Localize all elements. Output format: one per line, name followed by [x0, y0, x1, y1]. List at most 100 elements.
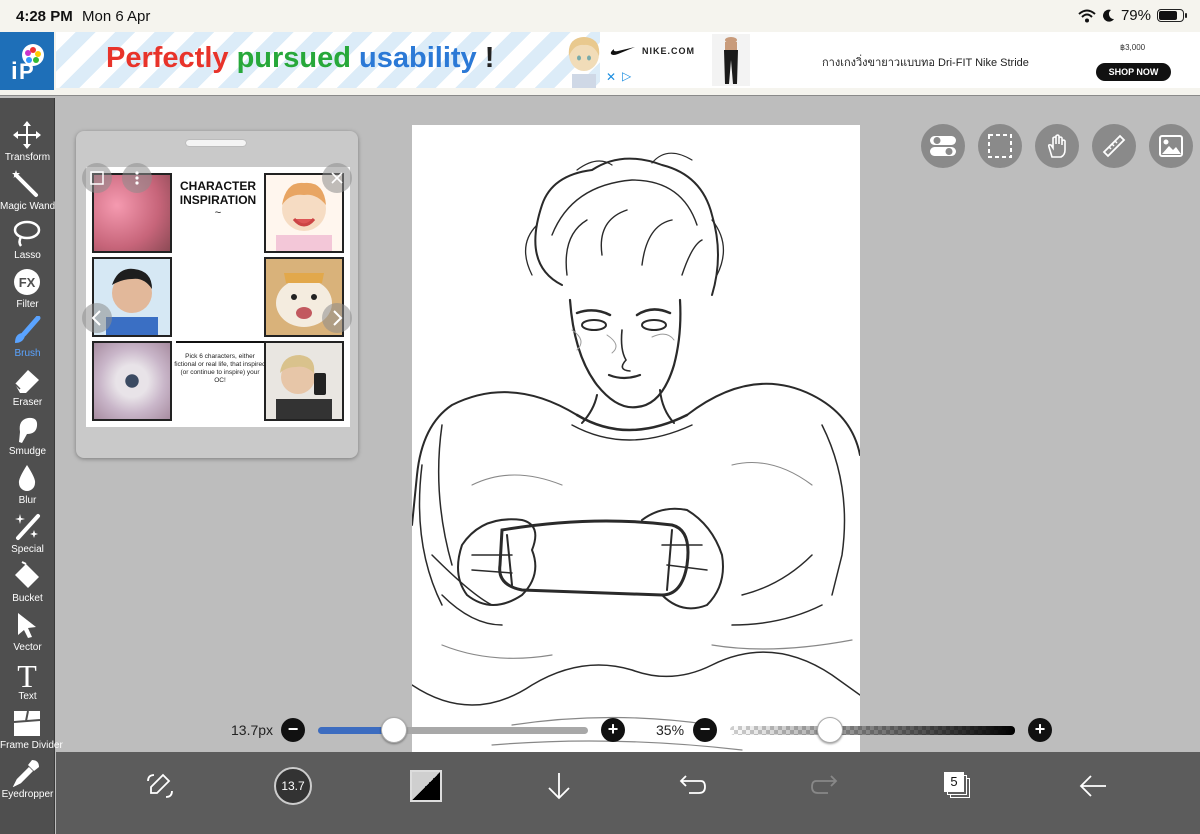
- sketch-artwork: [412, 152, 860, 751]
- tool-text[interactable]: T Text: [0, 657, 55, 705]
- status-date: Mon 6 Apr: [82, 8, 151, 25]
- reference-prev-button[interactable]: [82, 303, 112, 333]
- opacity-slider[interactable]: [730, 717, 1015, 743]
- adchoices-icon[interactable]: ▷: [622, 69, 631, 83]
- reference-fit-button[interactable]: [82, 163, 112, 193]
- tool-frame-divider[interactable]: Frame Divider: [0, 706, 63, 754]
- tool-brush[interactable]: Brush: [0, 314, 55, 362]
- tool-lasso[interactable]: Lasso: [0, 216, 55, 264]
- back-button[interactable]: [1071, 764, 1115, 808]
- nike-brand: NIKE.COM: [610, 46, 695, 56]
- reference-photo: [92, 341, 172, 421]
- tool-label: Smudge: [8, 446, 47, 457]
- vector-icon: [18, 613, 36, 638]
- tool-smudge[interactable]: Smudge: [0, 412, 55, 460]
- tool-label: Frame Divider: [0, 740, 63, 751]
- tool-label: Special: [11, 544, 44, 555]
- blur-icon: [18, 465, 36, 491]
- filter-icon: FX: [14, 269, 40, 295]
- tool-bucket[interactable]: Bucket: [0, 559, 55, 607]
- drawing-canvas[interactable]: [412, 125, 860, 752]
- ruler-button[interactable]: [1092, 124, 1136, 168]
- toggle-settings-button[interactable]: [921, 124, 965, 168]
- nike-ad[interactable]: NIKE.COM ✕ ▷ กางเกงวิ่งขายาวแบบทอ Dri-FI…: [600, 32, 1200, 88]
- tool-special[interactable]: Special: [0, 510, 55, 558]
- brush-size-slider[interactable]: [318, 717, 588, 743]
- status-time: 4:28 PM: [16, 8, 73, 25]
- reference-window[interactable]: CHARACTER INSPIRATION ~ Pick 6 character…: [76, 131, 358, 458]
- tool-label: Vector: [13, 642, 42, 653]
- brush-size-decrease-button[interactable]: −: [281, 718, 305, 742]
- selection-button[interactable]: [978, 124, 1022, 168]
- reference-close-button[interactable]: [322, 163, 352, 193]
- redo-button[interactable]: [803, 764, 847, 808]
- moon-icon: [1102, 9, 1114, 22]
- toggle-icon: [930, 136, 956, 156]
- shop-now-button[interactable]: SHOP NOW: [1096, 63, 1171, 81]
- brush-size-knob[interactable]: [380, 717, 407, 743]
- app-logo-icon: i P: [11, 44, 44, 83]
- magic-wand-icon: [12, 170, 38, 197]
- product-title: กางเกงวิ่งขายาวแบบทอ Dri-FIT Nike Stride: [822, 57, 1029, 69]
- brush-size-increase-button[interactable]: +: [601, 718, 625, 742]
- product-price: ฿3,000: [1120, 43, 1146, 52]
- reference-title: CHARACTER INSPIRATION: [179, 179, 257, 207]
- tool-sidebar: Transform Magic Wand Lasso FX Filter Bru…: [0, 98, 63, 834]
- layers-button[interactable]: 5: [936, 764, 980, 808]
- banner-slogan: Perfectly pursued usability !: [106, 42, 494, 75]
- arrow-down-icon: [548, 773, 570, 800]
- opacity-decrease-button[interactable]: −: [693, 718, 717, 742]
- tool-blur[interactable]: Blur: [0, 461, 55, 509]
- opacity-increase-button[interactable]: +: [1028, 718, 1052, 742]
- brush-size-value: 13.7px: [231, 722, 274, 738]
- tool-label: Blur: [18, 495, 37, 506]
- square-icon: [90, 171, 104, 185]
- tool-label: Lasso: [14, 250, 41, 261]
- tool-eraser[interactable]: Eraser: [0, 363, 55, 411]
- reference-drag-handle[interactable]: [186, 140, 246, 146]
- reference-caption: Pick 6 characters, either fictional or r…: [174, 353, 266, 384]
- download-button[interactable]: [537, 764, 581, 808]
- tool-transform[interactable]: Transform: [0, 118, 55, 166]
- nike-brand-text: NIKE.COM: [642, 46, 695, 56]
- filter-icon-text: FX: [19, 275, 36, 290]
- ibispaint-logo[interactable]: i P: [0, 32, 54, 90]
- opacity-value: 35%: [656, 722, 685, 738]
- battery-fill: [1159, 11, 1178, 20]
- close-icon: [331, 172, 343, 184]
- tool-label: Eraser: [12, 397, 43, 408]
- status-bar: 4:28 PM Mon 6 Apr 79%: [0, 0, 1200, 32]
- opacity-knob[interactable]: [816, 717, 843, 743]
- reference-divider: [176, 341, 264, 343]
- reference-menu-button[interactable]: [122, 163, 152, 193]
- redo-icon: [811, 775, 838, 794]
- material-button[interactable]: [1149, 124, 1193, 168]
- tool-switch-button[interactable]: [138, 764, 182, 808]
- color-swatch: [410, 770, 442, 802]
- text-icon-glyph: T: [17, 659, 37, 689]
- tool-filter[interactable]: FX Filter: [0, 265, 55, 313]
- slogan-word-1: Perfectly: [106, 42, 229, 74]
- hand-tool-button[interactable]: [1035, 124, 1079, 168]
- layers-icon: 5: [944, 772, 972, 800]
- color-button[interactable]: [404, 764, 448, 808]
- chevron-right-icon: [333, 310, 343, 326]
- lasso-icon: [13, 220, 41, 247]
- tool-eyedropper[interactable]: Eyedropper: [0, 755, 55, 803]
- ibispaint-banner[interactable]: Perfectly pursued usability !: [56, 32, 600, 88]
- slogan-word-3: usability: [359, 42, 477, 74]
- ad-close-icon[interactable]: ✕: [606, 70, 616, 84]
- reference-next-button[interactable]: [322, 303, 352, 333]
- brush-icon: [15, 316, 41, 343]
- tool-label: Magic Wand: [0, 201, 56, 212]
- brush-size-button[interactable]: 13.7: [271, 764, 315, 808]
- undo-icon: [679, 775, 706, 794]
- layers-count: 5: [944, 772, 964, 792]
- frame-divider-icon: [13, 710, 41, 736]
- tool-vector[interactable]: Vector: [0, 608, 55, 656]
- ad-banner[interactable]: i P Perfectly pursued usability ! NIKE.C…: [0, 32, 1200, 96]
- wifi-icon: [1078, 9, 1096, 22]
- tool-magic-wand[interactable]: Magic Wand: [0, 167, 55, 215]
- swap-pen-eraser-icon: [147, 773, 173, 798]
- undo-button[interactable]: [670, 764, 714, 808]
